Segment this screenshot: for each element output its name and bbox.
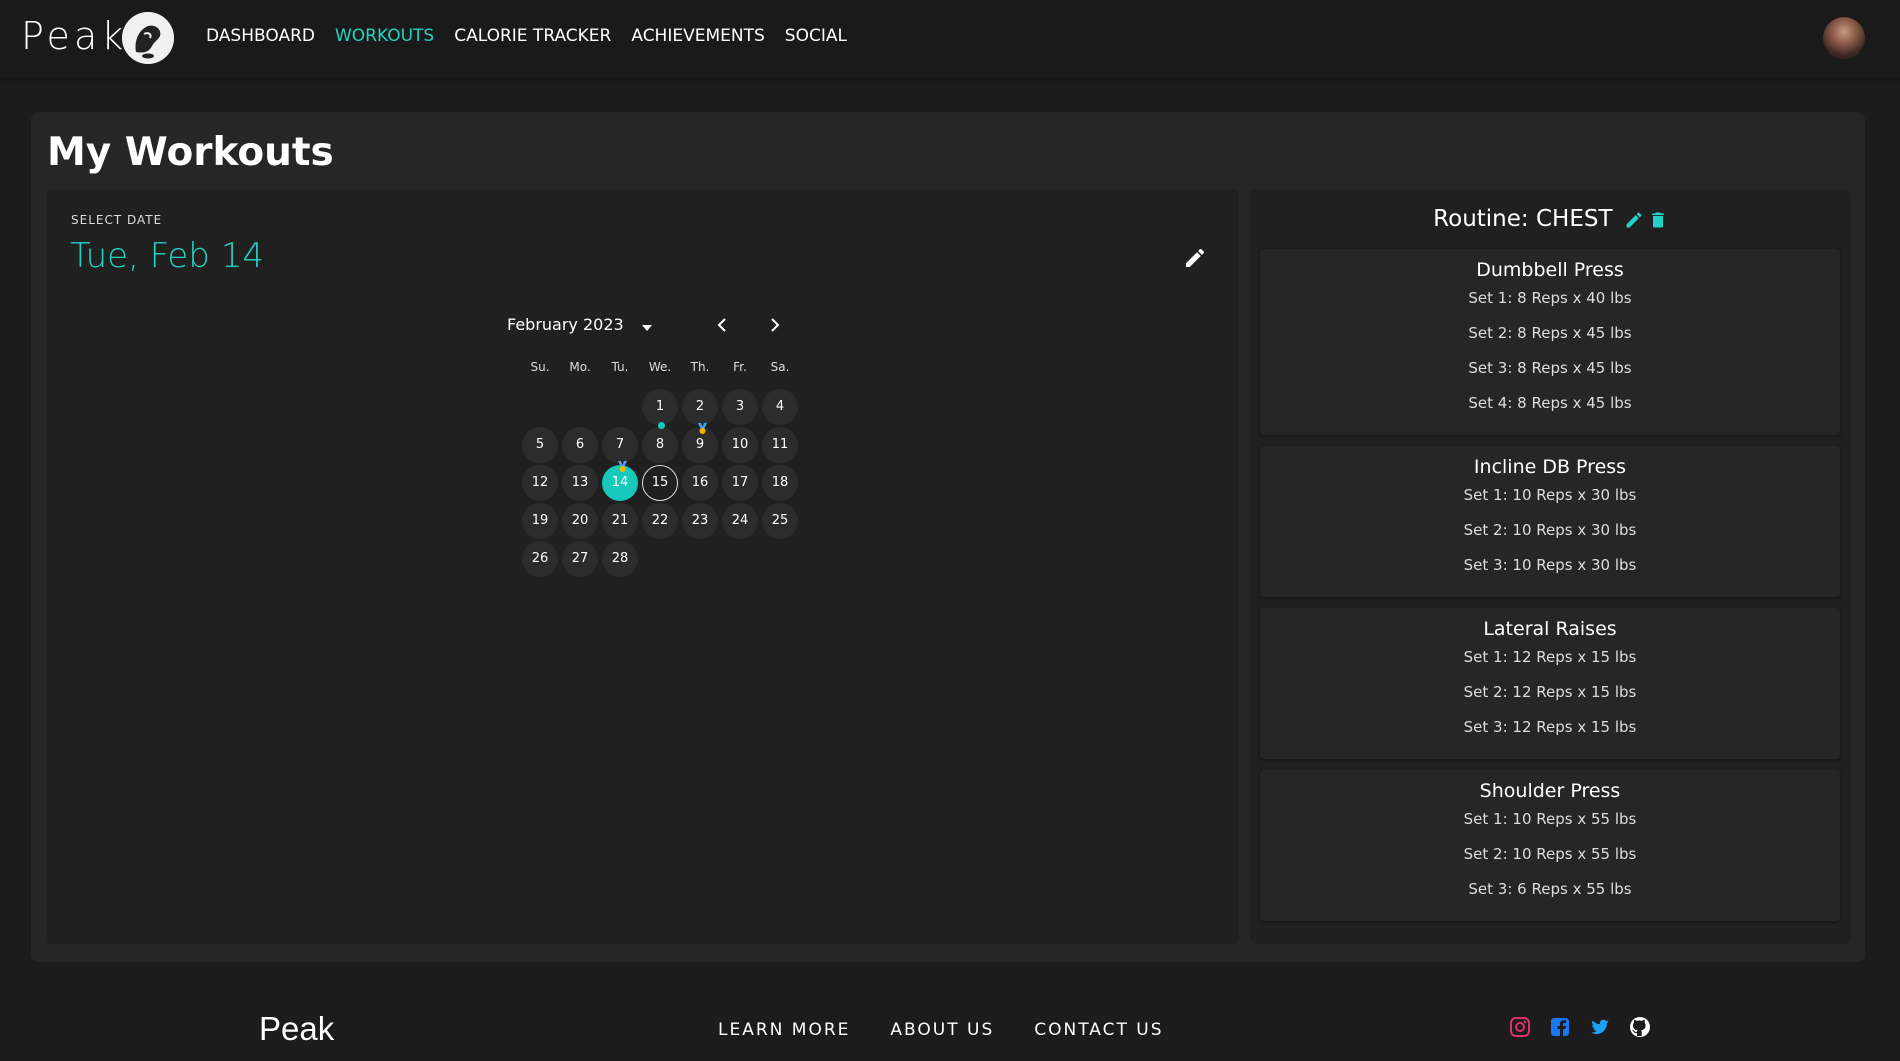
footer-link-contact-us[interactable]: CONTACT US — [1034, 1020, 1163, 1040]
page-title: My Workouts — [47, 130, 334, 175]
calendar-day[interactable]: 16 — [682, 465, 718, 501]
calendar-day[interactable]: 17 — [722, 465, 758, 501]
calendar-day[interactable]: 19 — [522, 503, 558, 539]
selected-date: Tue, Feb 14 — [70, 236, 264, 276]
select-date-label: SELECT DATE — [71, 213, 163, 227]
calendar-day[interactable]: 24 — [722, 503, 758, 539]
calendar-day[interactable]: 5 — [522, 427, 558, 463]
exercise-set: Set 2: 10 Reps x 55 lbs — [1463, 845, 1637, 863]
calendar-day[interactable]: 25 — [762, 503, 798, 539]
exercise-set: Set 2: 12 Reps x 15 lbs — [1463, 683, 1637, 701]
weekday-label: Su. — [530, 360, 550, 374]
calendar-day[interactable]: 13 — [562, 465, 598, 501]
exercise-set: Set 1: 8 Reps x 40 lbs — [1468, 289, 1632, 307]
exercise-name: Shoulder Press — [1479, 780, 1621, 802]
calendar-day[interactable]: 20 — [562, 503, 598, 539]
exercise-set: Set 2: 8 Reps x 45 lbs — [1468, 324, 1632, 342]
exercise-set: Set 1: 12 Reps x 15 lbs — [1463, 648, 1637, 666]
weekday-label: Th. — [690, 360, 710, 374]
social-icons — [1509, 1016, 1669, 1038]
logo-icon[interactable] — [122, 12, 174, 64]
exercise-set: Set 3: 12 Reps x 15 lbs — [1463, 718, 1637, 736]
github-icon[interactable] — [1629, 1016, 1651, 1038]
chevron-right-icon[interactable] — [766, 315, 784, 335]
exercise-set: Set 3: 8 Reps x 45 lbs — [1468, 359, 1632, 377]
workout-dot-indicator — [658, 422, 665, 429]
calendar-day[interactable]: 1 — [642, 389, 678, 425]
calendar-day[interactable]: 26 — [522, 541, 558, 577]
weekday-label: We. — [648, 360, 672, 374]
exercise-name: Dumbbell Press — [1476, 259, 1624, 281]
calendar-card — [47, 189, 1239, 944]
calendar-day[interactable]: 27 — [562, 541, 598, 577]
chevron-left-icon[interactable] — [713, 315, 731, 335]
exercise-set: Set 2: 10 Reps x 30 lbs — [1463, 521, 1637, 539]
calendar-day[interactable]: 6 — [562, 427, 598, 463]
routine-prefix: Routine: — [1433, 206, 1536, 232]
twitter-icon[interactable] — [1589, 1016, 1611, 1038]
footer-link-about-us[interactable]: ABOUT US — [890, 1020, 994, 1040]
nav-achievements[interactable]: ACHIEVEMENTS — [631, 26, 764, 46]
exercise-set: Set 1: 10 Reps x 30 lbs — [1463, 486, 1637, 504]
calendar-day[interactable]: 28 — [602, 541, 638, 577]
nav-calorie-tracker[interactable]: CALORIE TRACKER — [454, 26, 611, 46]
exercise-card: Lateral Raises Set 1: 12 Reps x 15 lbs S… — [1260, 608, 1840, 759]
exercise-set: Set 4: 8 Reps x 45 lbs — [1468, 394, 1632, 412]
calendar-day[interactable]: 8 — [642, 427, 678, 463]
routine-name: CHEST — [1535, 206, 1613, 232]
weekday-label: Fr. — [733, 360, 747, 374]
exercise-card: Shoulder Press Set 1: 10 Reps x 55 lbs S… — [1260, 770, 1840, 921]
calendar-day[interactable]: 10 — [722, 427, 758, 463]
instagram-icon[interactable] — [1509, 1016, 1531, 1038]
nav-dashboard[interactable]: DASHBOARD — [206, 26, 315, 46]
caret-down-icon[interactable] — [640, 320, 654, 334]
calendar-day[interactable]: 21 — [602, 503, 638, 539]
exercise-name: Incline DB Press — [1473, 456, 1627, 478]
routine-title: Routine: CHEST — [1250, 206, 1851, 232]
medal-icon — [617, 458, 628, 472]
calendar-day[interactable]: 22 — [642, 503, 678, 539]
avatar[interactable] — [1823, 17, 1865, 59]
calendar-day[interactable]: 15 — [642, 465, 678, 501]
facebook-icon[interactable] — [1549, 1016, 1571, 1038]
medal-icon — [697, 420, 708, 434]
trash-icon[interactable] — [1648, 210, 1668, 230]
calendar-day[interactable]: 23 — [682, 503, 718, 539]
exercise-set: Set 1: 10 Reps x 55 lbs — [1463, 810, 1637, 828]
exercise-set: Set 3: 6 Reps x 55 lbs — [1468, 880, 1632, 898]
nav-workouts[interactable]: WORKOUTS — [335, 26, 434, 46]
calendar-day[interactable]: 3 — [722, 389, 758, 425]
footer-brand[interactable]: Peak — [259, 1010, 334, 1048]
weekday-label: Mo. — [569, 360, 591, 374]
pencil-icon[interactable] — [1183, 246, 1207, 270]
pencil-icon[interactable] — [1624, 210, 1644, 230]
exercise-set: Set 3: 10 Reps x 30 lbs — [1463, 556, 1637, 574]
weekday-label: Sa. — [770, 360, 790, 374]
footer-link-learn-more[interactable]: LEARN MORE — [718, 1020, 850, 1040]
month-label[interactable]: February 2023 — [507, 315, 624, 334]
exercise-card: Dumbbell Press Set 1: 8 Reps x 40 lbs Se… — [1260, 249, 1840, 435]
calendar-day[interactable]: 11 — [762, 427, 798, 463]
calendar-day[interactable]: 18 — [762, 465, 798, 501]
brand-name[interactable]: Peak — [21, 14, 127, 58]
exercise-card: Incline DB Press Set 1: 10 Reps x 30 lbs… — [1260, 446, 1840, 597]
exercise-name: Lateral Raises — [1483, 618, 1617, 640]
nav-social[interactable]: SOCIAL — [785, 26, 847, 46]
calendar-day[interactable]: 4 — [762, 389, 798, 425]
calendar-day[interactable]: 12 — [522, 465, 558, 501]
footer-links: LEARN MORE ABOUT US CONTACT US — [718, 1020, 1204, 1040]
main-nav: DASHBOARD WORKOUTS CALORIE TRACKER ACHIE… — [206, 26, 867, 46]
weekday-label: Tu. — [611, 360, 629, 374]
